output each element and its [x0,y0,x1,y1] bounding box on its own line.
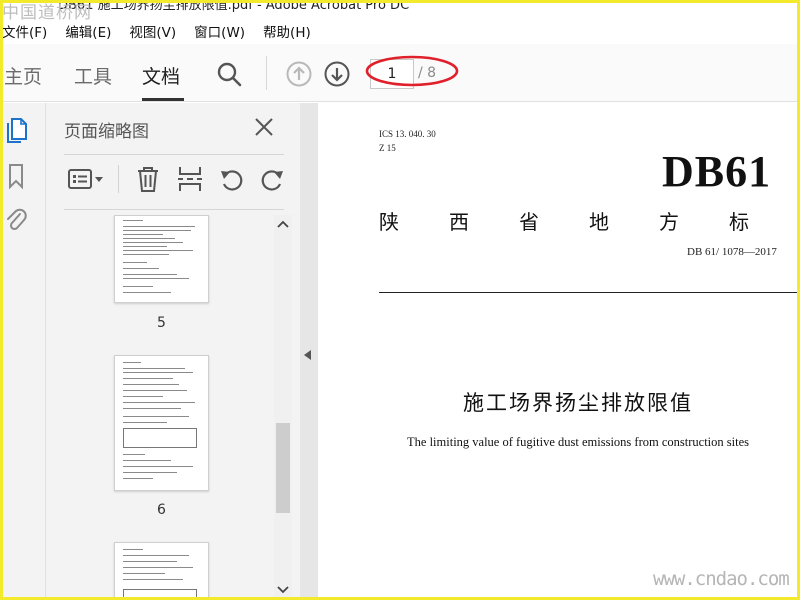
menu-view[interactable]: 视图(V) [129,21,176,41]
panel-divider [64,154,284,155]
rotate-right-icon[interactable] [258,165,286,193]
doc-divider [379,292,800,293]
rotate-left-icon[interactable] [218,165,246,193]
bookmark-icon[interactable] [3,161,29,191]
thumbnail-list: 5 6 [64,215,290,600]
thumbnail-toolbar [62,161,294,195]
standard-char: 标 [729,210,749,234]
active-tab-indicator [142,98,184,101]
collapse-panel-icon[interactable] [303,349,313,361]
thumbnail-label: 5 [157,315,166,331]
arrow-down-icon[interactable] [322,59,352,89]
doc-number: DB 61/ 1078—2017 [687,246,777,258]
chevron-up-icon[interactable] [276,219,290,229]
page-number-input[interactable]: 1 [370,59,414,89]
thumbnail-table [123,589,197,600]
tab-tools[interactable]: 工具 [74,62,112,89]
menu-file[interactable]: 文件(F) [2,21,47,41]
doc-classification: Z 15 [379,143,396,153]
standard-char: 省 [519,210,539,234]
search-icon[interactable] [214,59,244,89]
standard-char: 陕 [379,210,399,234]
trash-icon[interactable] [134,165,162,193]
thumbnail-options-icon[interactable] [66,165,106,193]
thumbnail-page-6[interactable] [114,355,209,491]
doc-title: 施工场界扬尘排放限值 [463,391,693,415]
document-page: ICS 13. 040. 30 Z 15 DB61 陕 西 省 地 方 标 准 … [318,103,800,600]
panel-divider [64,209,284,210]
thumbnails-panel: 页面缩略图 5 6 [46,103,300,600]
standard-char: 地 [589,210,609,234]
close-icon[interactable] [252,115,276,139]
extract-icon[interactable] [176,165,204,193]
menu-edit[interactable]: 编辑(E) [65,21,111,41]
page-total: / 8 [418,65,437,81]
window-title: DB61 施工场界扬尘排放限值.pdf - Adobe Acrobat Pro … [58,0,410,13]
watermark-top: 中国道桥网 [2,3,92,23]
standard-char: 方 [659,210,679,234]
title-bar: DB61 施工场界扬尘排放限值.pdf - Adobe Acrobat Pro … [0,0,800,20]
toolbar-separator [118,165,119,193]
doc-subtitle: The limiting value of fugitive dust emis… [407,435,749,449]
thumbnail-page-5[interactable] [114,215,209,303]
thumbnail-label: 6 [157,502,166,518]
attachment-icon[interactable] [3,205,29,235]
doc-standard-code: DB61 [662,147,772,196]
document-area: ICS 13. 040. 30 Z 15 DB61 陕 西 省 地 方 标 准 … [300,103,800,600]
panel-title: 页面缩略图 [64,122,149,142]
scrollbar-thumb[interactable] [276,423,290,513]
left-rail [0,103,46,600]
doc-ics: ICS 13. 040. 30 [379,129,436,139]
doc-standard-heading: 陕 西 省 地 方 标 准 [379,206,800,235]
menu-help[interactable]: 帮助(H) [263,21,311,41]
thumbnail-page-7[interactable] [114,542,209,600]
menu-window[interactable]: 窗口(W) [194,21,245,41]
standard-char: 西 [449,210,469,234]
chevron-down-icon[interactable] [276,585,290,595]
thumbnail-scrollbar[interactable] [274,215,292,600]
tab-document[interactable]: 文档 [142,62,180,89]
pages-icon[interactable] [3,115,29,145]
menu-bar: 文件(F) 编辑(E) 视图(V) 窗口(W) 帮助(H) [0,20,800,42]
thumbnail-table [123,428,197,448]
toolbar-separator [266,56,267,90]
tab-home[interactable]: 主页 [4,62,42,89]
arrow-up-icon[interactable] [284,59,314,89]
watermark-bottom: www.cndao.com [653,568,790,590]
